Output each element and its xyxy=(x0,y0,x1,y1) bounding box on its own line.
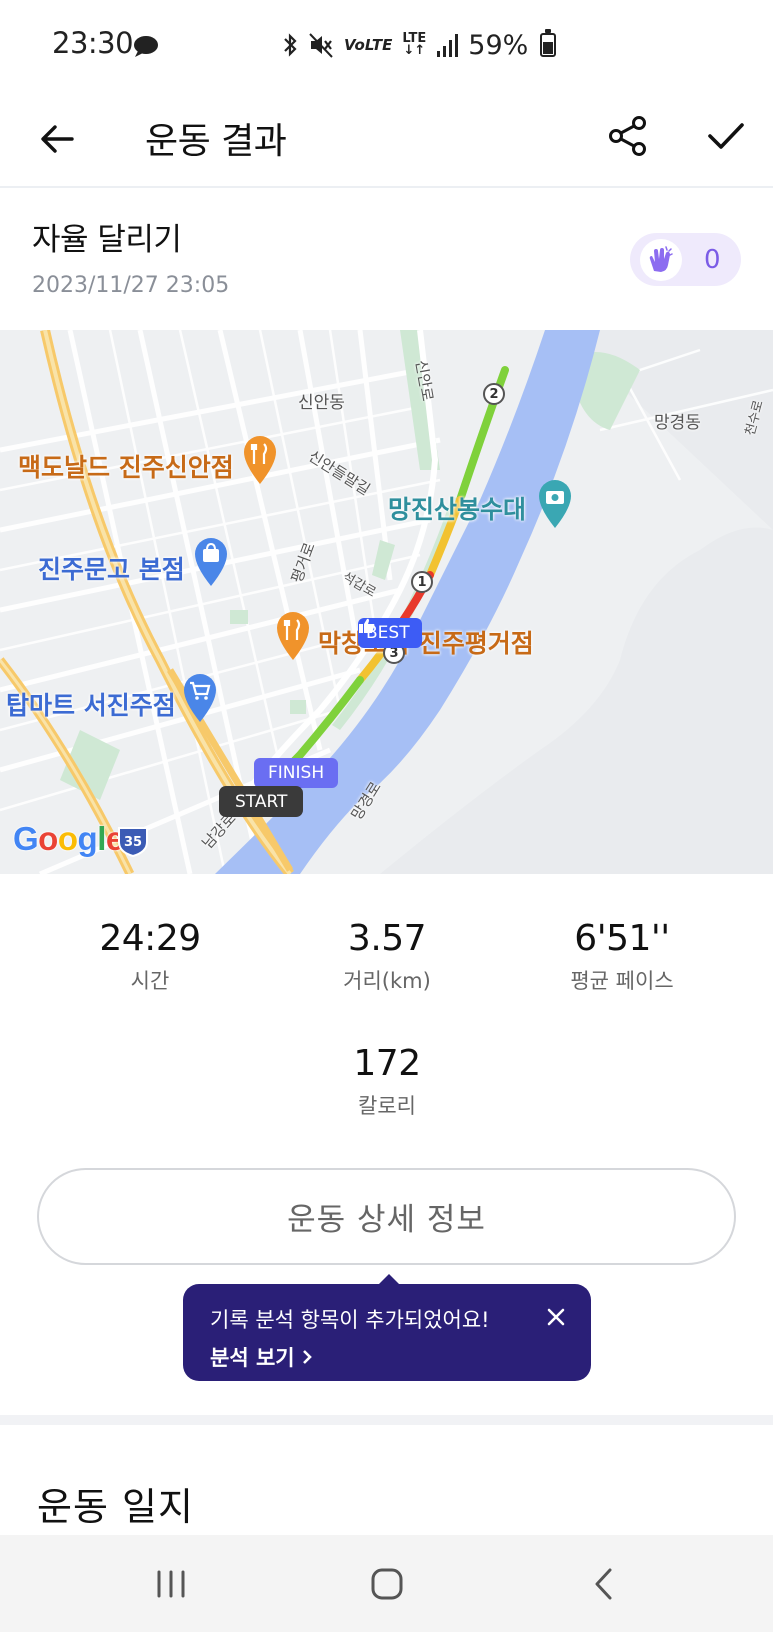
app-header: 운동 결과 xyxy=(0,90,773,188)
stat-distance-label: 거리(km) xyxy=(343,969,431,993)
stat-pace-value: 6'51'' xyxy=(574,918,670,959)
stat-pace: 6'51'' 평균 페이스 xyxy=(492,918,752,995)
battery-icon xyxy=(540,29,557,57)
workout-journal-title: 운동 일지 xyxy=(37,1485,194,1529)
battery-percent: 59% xyxy=(468,29,529,61)
stat-distance-value: 3.57 xyxy=(347,918,427,959)
finish-badge[interactable]: FINISH xyxy=(254,758,339,788)
close-icon xyxy=(547,1308,565,1326)
confirm-button[interactable] xyxy=(698,108,754,164)
signal-icon xyxy=(437,34,459,57)
poi-label[interactable]: 탑마트 서진주점 xyxy=(6,686,176,722)
shopping-bag-pin-icon[interactable] xyxy=(190,536,232,588)
stat-time: 24:29 시간 xyxy=(20,918,280,995)
restaurant-pin-icon[interactable] xyxy=(272,610,314,662)
start-badge[interactable]: START xyxy=(219,786,304,817)
status-bar: 23:30 VoLTE LTE ↓↑ 59% xyxy=(0,0,773,90)
stat-calories: 172 칼로리 xyxy=(257,1043,517,1120)
activity-datetime: 2023/11/27 23:05 xyxy=(32,273,230,298)
back-chevron-icon xyxy=(595,1568,612,1600)
stat-time-label: 시간 xyxy=(130,969,170,993)
stat-calories-label: 칼로리 xyxy=(358,1094,416,1118)
shopping-cart-pin-icon[interactable] xyxy=(179,672,221,724)
share-button[interactable] xyxy=(600,108,656,164)
lte-icon: LTE ↓↑ xyxy=(402,31,427,58)
analysis-tooltip: 기록 분석 항목이 추가되었어요! 분석 보기 xyxy=(183,1274,591,1381)
restaurant-pin-icon[interactable] xyxy=(239,434,281,486)
nav-back-button[interactable] xyxy=(573,1559,633,1609)
highway-shield-number: 35 xyxy=(124,835,142,850)
chevron-right-icon xyxy=(302,1350,312,1364)
system-nav-bar xyxy=(0,1535,773,1632)
mute-icon xyxy=(309,33,333,58)
google-logo: Google xyxy=(13,820,124,857)
camera-pin-icon[interactable] xyxy=(534,478,576,530)
clap-count: 0 xyxy=(704,244,721,275)
check-icon xyxy=(708,123,744,149)
poi-label[interactable]: 막창도둑 진주평거점 xyxy=(318,624,534,660)
poi-label[interactable]: 맥도날드 진주신안점 xyxy=(18,448,234,484)
status-time: 23:30 xyxy=(52,26,134,60)
tooltip-message: 기록 분석 항목이 추가되었어요! xyxy=(210,1308,490,1332)
back-button[interactable] xyxy=(30,112,84,166)
home-button[interactable] xyxy=(357,1559,417,1609)
battery-fill xyxy=(543,42,554,54)
best-segment-badge[interactable]: BEST xyxy=(358,618,422,648)
section-divider xyxy=(0,1415,773,1425)
page-title: 운동 결과 xyxy=(145,121,287,162)
poi-label[interactable]: 진주문고 본점 xyxy=(38,550,185,586)
home-icon xyxy=(371,1568,403,1600)
km-marker-1[interactable]: 1 xyxy=(411,571,433,593)
view-analysis-link[interactable]: 분석 보기 xyxy=(210,1342,591,1372)
stat-distance: 3.57 거리(km) xyxy=(257,918,517,995)
recents-icon xyxy=(157,1570,185,1598)
thumbs-up-icon xyxy=(359,618,375,633)
clap-button[interactable]: 0 xyxy=(630,233,741,286)
recents-button[interactable] xyxy=(141,1559,201,1609)
bluetooth-icon xyxy=(284,33,297,57)
activity-name: 자율 달리기 xyxy=(32,222,182,258)
stat-pace-label: 평균 페이스 xyxy=(570,969,674,993)
map-area-label: 망경동 xyxy=(654,413,701,433)
workout-details-button[interactable]: 운동 상세 정보 xyxy=(37,1168,736,1265)
tooltip-close-button[interactable] xyxy=(543,1304,569,1330)
stat-calories-value: 172 xyxy=(353,1043,421,1084)
route-map[interactable]: 신안동 망경동 신안로 신안들말길 평거로 석갑로 남강로 망경로 천수로 맥도… xyxy=(0,330,773,874)
highway-shield-icon: 35 xyxy=(118,827,148,858)
share-icon xyxy=(609,116,646,156)
status-icons: VoLTE LTE ↓↑ 59% xyxy=(282,28,557,62)
km-marker-2[interactable]: 2 xyxy=(483,383,505,405)
volte-icon: VoLTE xyxy=(344,36,393,54)
clapping-hands-icon xyxy=(640,238,682,281)
stat-time-value: 24:29 xyxy=(99,918,201,959)
view-analysis-label: 분석 보기 xyxy=(210,1346,295,1370)
network-type: LTE xyxy=(402,31,427,46)
map-area-label: 신안동 xyxy=(298,393,345,413)
arrow-left-icon xyxy=(41,125,74,153)
poi-label[interactable]: 망진산봉수대 xyxy=(388,490,526,526)
message-bubble-icon xyxy=(134,36,158,57)
